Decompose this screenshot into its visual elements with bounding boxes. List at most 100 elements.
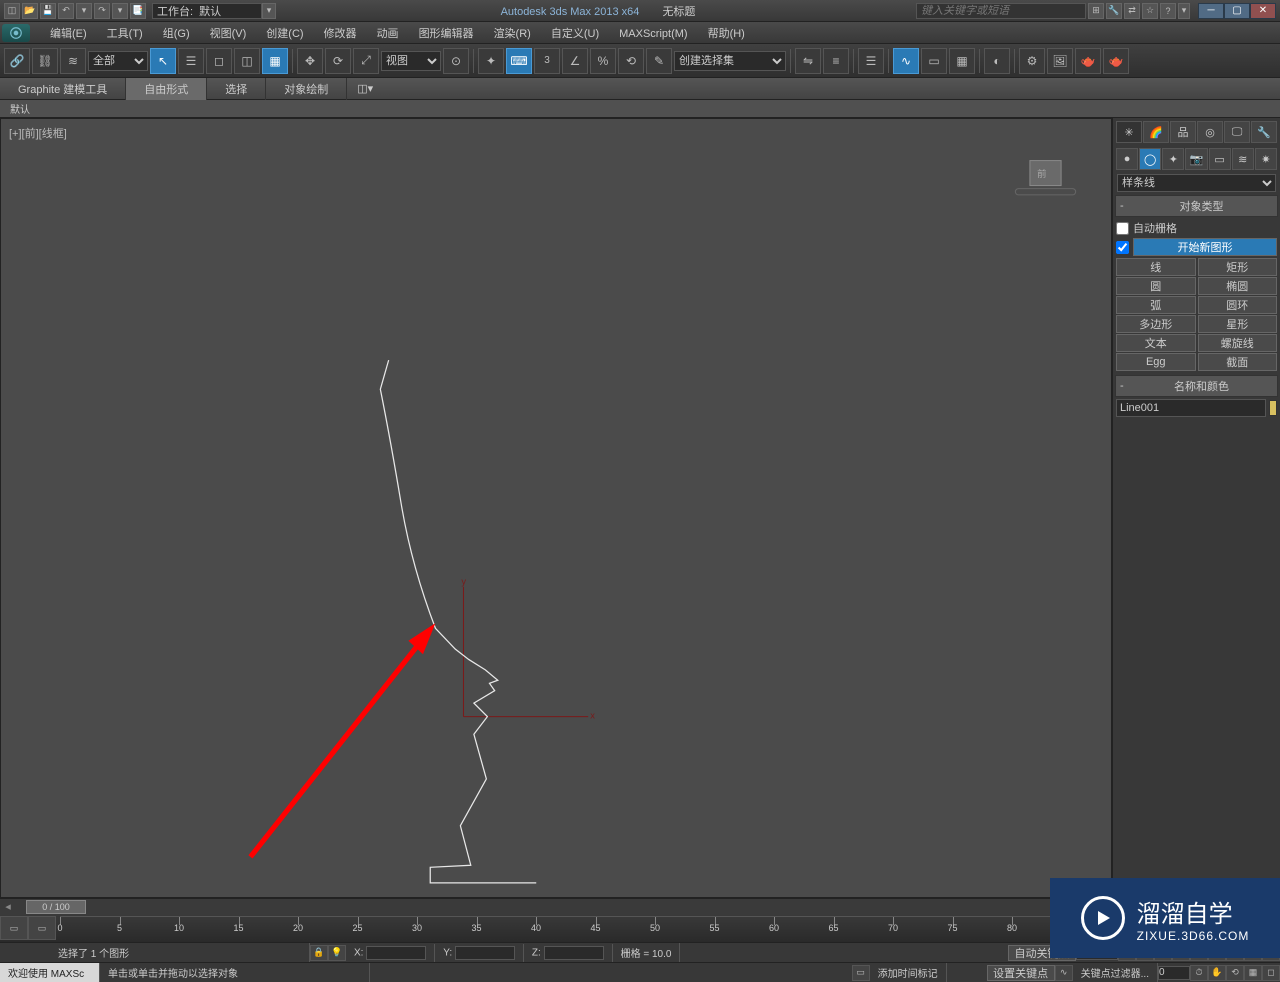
- spinner-snap-icon[interactable]: ⟲: [618, 48, 644, 74]
- track-toggle2-icon[interactable]: ▭: [28, 916, 56, 940]
- modify-tab-icon[interactable]: 🌈: [1143, 121, 1169, 143]
- menu-自定义(U)[interactable]: 自定义(U): [541, 26, 609, 42]
- mirror-icon[interactable]: ⇋: [795, 48, 821, 74]
- minimize-button[interactable]: ─: [1198, 3, 1224, 19]
- object-name-input[interactable]: [1116, 399, 1266, 417]
- maximize-button[interactable]: ▢: [1224, 3, 1250, 19]
- layers-icon[interactable]: ☰: [858, 48, 884, 74]
- display-tab-icon[interactable]: 🖵: [1224, 121, 1250, 143]
- close-button[interactable]: ✕: [1250, 3, 1276, 19]
- nav-pan-icon[interactable]: ✋: [1208, 965, 1226, 981]
- render-frame-icon[interactable]: 🖼: [1047, 48, 1073, 74]
- menu-渲染(R)[interactable]: 渲染(R): [484, 26, 541, 42]
- menu-组(G)[interactable]: 组(G): [153, 26, 200, 42]
- align-icon[interactable]: ≡: [823, 48, 849, 74]
- select-rect-icon[interactable]: ◻: [206, 48, 232, 74]
- color-swatch[interactable]: [1269, 400, 1277, 416]
- unlink-icon[interactable]: ⛓: [32, 48, 58, 74]
- app-menu-button[interactable]: [2, 24, 30, 42]
- workspace-input[interactable]: [152, 3, 262, 19]
- menu-修改器[interactable]: 修改器: [314, 26, 367, 42]
- lights-cat-icon[interactable]: ✦: [1162, 148, 1184, 170]
- keyboard-shortcut-icon[interactable]: ⌨: [506, 48, 532, 74]
- ribbon-tab-0[interactable]: Graphite 建模工具: [0, 78, 126, 100]
- viewport[interactable]: [+][前][线框] x y 前: [0, 118, 1112, 898]
- shape-btn-弧[interactable]: 弧: [1116, 296, 1196, 314]
- link-icon[interactable]: 🔗: [4, 48, 30, 74]
- track-toggle-icon[interactable]: ▭: [0, 916, 28, 940]
- undo-icon[interactable]: ↶: [58, 3, 74, 19]
- edit-named-sel-icon[interactable]: ✎: [646, 48, 672, 74]
- hierarchy-tab-icon[interactable]: 品: [1170, 121, 1196, 143]
- ref-coord[interactable]: 视图: [381, 51, 441, 71]
- time-config-icon[interactable]: ⏱: [1190, 965, 1208, 981]
- star-icon[interactable]: ☆: [1142, 3, 1158, 19]
- dope-sheet-icon[interactable]: ▭: [921, 48, 947, 74]
- ribbon-tab-2[interactable]: 选择: [207, 78, 266, 100]
- wrench-icon[interactable]: 🔧: [1106, 3, 1122, 19]
- motion-tab-icon[interactable]: ◎: [1197, 121, 1223, 143]
- space-warps-cat-icon[interactable]: ≋: [1232, 148, 1254, 170]
- render-setup-icon[interactable]: ⚙: [1019, 48, 1045, 74]
- ribbon-expand-icon[interactable]: ◫▾: [347, 82, 383, 95]
- selection-filter[interactable]: 全部: [88, 51, 148, 71]
- select-name-icon[interactable]: ☰: [178, 48, 204, 74]
- isolate-icon[interactable]: 💡: [328, 945, 346, 961]
- project-icon[interactable]: 📑: [130, 3, 146, 19]
- helpers-cat-icon[interactable]: ▭: [1209, 148, 1231, 170]
- menu-工具(T)[interactable]: 工具(T): [97, 26, 153, 42]
- help-dd-icon[interactable]: ▾: [1178, 3, 1190, 19]
- curve-editor-icon[interactable]: ∿: [893, 48, 919, 74]
- menu-动画[interactable]: 动画: [367, 26, 409, 42]
- nav-orbit-icon[interactable]: ⟲: [1226, 965, 1244, 981]
- systems-cat-icon[interactable]: ✷: [1255, 148, 1277, 170]
- menu-帮助(H)[interactable]: 帮助(H): [698, 26, 755, 42]
- shape-btn-螺旋线[interactable]: 螺旋线: [1198, 334, 1278, 352]
- angle-snap-icon[interactable]: ∠: [562, 48, 588, 74]
- shape-btn-星形[interactable]: 星形: [1198, 315, 1278, 333]
- shapes-cat-icon[interactable]: ◯: [1139, 148, 1161, 170]
- search-input[interactable]: [916, 3, 1086, 19]
- ribbon-tab-1[interactable]: 自由形式: [126, 78, 207, 100]
- render-prod-icon[interactable]: 🫖: [1075, 48, 1101, 74]
- shape-btn-线[interactable]: 线: [1116, 258, 1196, 276]
- shape-btn-文本[interactable]: 文本: [1116, 334, 1196, 352]
- redo-dd-icon[interactable]: ▾: [112, 3, 128, 19]
- lock-icon[interactable]: 🔒: [310, 945, 328, 961]
- create-tab-icon[interactable]: ✳: [1116, 121, 1142, 143]
- x-input[interactable]: [366, 946, 426, 960]
- exchange-icon[interactable]: ⇄: [1124, 3, 1140, 19]
- named-selection[interactable]: 创建选择集: [674, 51, 786, 71]
- set-key-button[interactable]: 设置关键点: [987, 965, 1055, 981]
- menu-MAXScript(M)[interactable]: MAXScript(M): [609, 26, 697, 42]
- key-filter-button[interactable]: 关键点过滤器...: [1073, 963, 1158, 982]
- workspace-selector[interactable]: ▾: [152, 3, 276, 19]
- start-new-shape-button[interactable]: 开始新图形: [1133, 238, 1277, 256]
- menu-编辑(E)[interactable]: 编辑(E): [40, 26, 97, 42]
- ribbon-tab-3[interactable]: 对象绘制: [266, 78, 347, 100]
- menu-创建(C)[interactable]: 创建(C): [256, 26, 313, 42]
- shape-btn-椭圆[interactable]: 椭圆: [1198, 277, 1278, 295]
- nav-walk-icon[interactable]: ▦: [1244, 965, 1262, 981]
- move-icon[interactable]: ✥: [297, 48, 323, 74]
- pivot-icon[interactable]: ⊙: [443, 48, 469, 74]
- scale-icon[interactable]: ⤢: [353, 48, 379, 74]
- category-dropdown[interactable]: 样条线: [1117, 174, 1276, 192]
- new-icon[interactable]: ◫: [4, 3, 20, 19]
- help-icon[interactable]: ?: [1160, 3, 1176, 19]
- menu-视图(V)[interactable]: 视图(V): [200, 26, 257, 42]
- rotate-icon[interactable]: ⟳: [325, 48, 351, 74]
- snap-3-icon[interactable]: 3: [534, 48, 560, 74]
- bind-icon[interactable]: ≋: [60, 48, 86, 74]
- listener-icon[interactable]: ▭: [852, 965, 870, 981]
- undo-dd-icon[interactable]: ▾: [76, 3, 92, 19]
- cameras-cat-icon[interactable]: 📷: [1185, 148, 1207, 170]
- menu-图形编辑器[interactable]: 图形编辑器: [409, 26, 484, 42]
- shape-btn-圆[interactable]: 圆: [1116, 277, 1196, 295]
- open-icon[interactable]: 📂: [22, 3, 38, 19]
- paint-select-icon[interactable]: ▦: [262, 48, 288, 74]
- manipulate-icon[interactable]: ✦: [478, 48, 504, 74]
- percent-snap-icon[interactable]: %: [590, 48, 616, 74]
- material-editor-icon[interactable]: ◐: [984, 48, 1010, 74]
- window-crossing-icon[interactable]: ◫: [234, 48, 260, 74]
